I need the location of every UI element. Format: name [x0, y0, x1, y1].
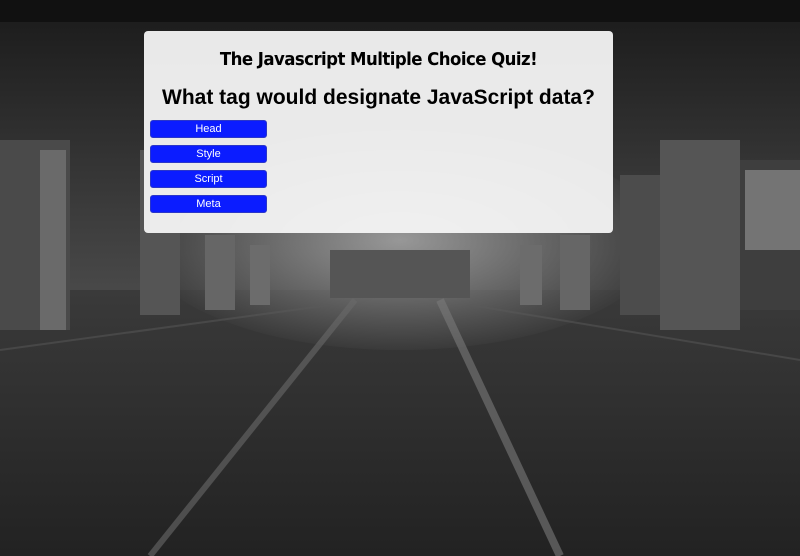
answer-button-style[interactable]: Style [150, 145, 267, 163]
quiz-title: The Javascript Multiple Choice Quiz! [219, 49, 538, 70]
answer-button-head[interactable]: Head [150, 120, 267, 138]
answer-list: Head Style Script Meta [150, 120, 607, 213]
question-text: What tag would designate JavaScript data… [162, 86, 595, 109]
answer-button-script[interactable]: Script [150, 170, 267, 188]
answer-button-meta[interactable]: Meta [150, 195, 267, 213]
quiz-card: The Javascript Multiple Choice Quiz! Wha… [144, 31, 613, 233]
